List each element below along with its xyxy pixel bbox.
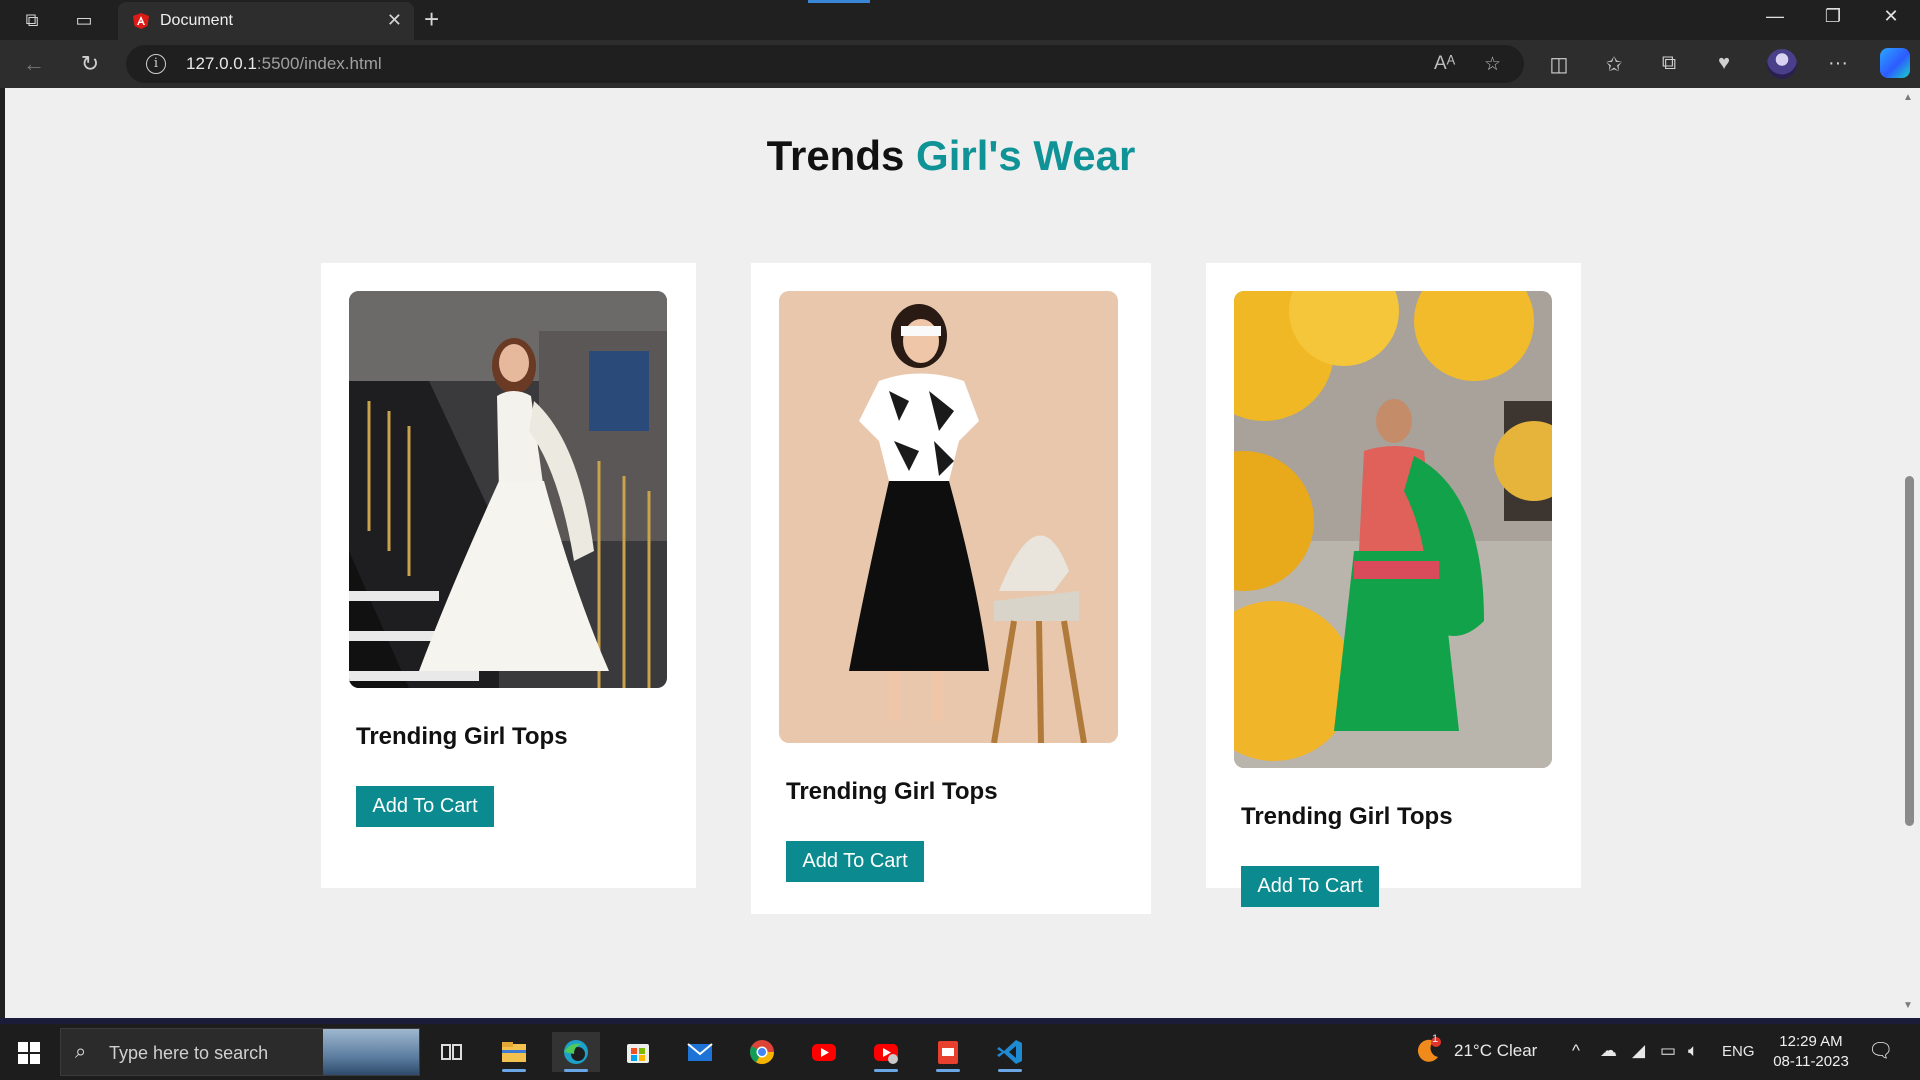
restore-icon[interactable]: ❐ bbox=[1810, 6, 1856, 27]
microsoft-store-icon[interactable] bbox=[614, 1032, 662, 1072]
browser-essentials-icon[interactable]: ♥ bbox=[1710, 52, 1738, 75]
scroll-up-icon[interactable]: ▲ bbox=[1903, 92, 1913, 103]
vscode-icon[interactable] bbox=[986, 1032, 1034, 1072]
back-icon[interactable]: ← bbox=[20, 50, 48, 78]
edge-browser-icon[interactable] bbox=[552, 1032, 600, 1072]
more-menu-icon[interactable]: ··· bbox=[1824, 52, 1852, 75]
product-card-1: Trending Girl Tops Add To Cart bbox=[321, 263, 696, 888]
tab-drag-indicator bbox=[808, 0, 870, 3]
windows-taskbar: ⌕ Type here to search 1 21°C Clear ^ ☁ ◢… bbox=[0, 1024, 1920, 1080]
weather-badge: 1 bbox=[1432, 1033, 1439, 1045]
copilot-icon[interactable] bbox=[1880, 48, 1910, 78]
battery-icon[interactable]: ▭ bbox=[1660, 1041, 1676, 1061]
language-indicator[interactable]: ENG bbox=[1722, 1043, 1755, 1060]
read-aloud-icon[interactable]: Aᴬ bbox=[1434, 53, 1455, 75]
tab-title: Document bbox=[160, 12, 233, 29]
pdf-reader-icon[interactable] bbox=[924, 1032, 972, 1072]
favorite-star-icon[interactable]: ☆ bbox=[1484, 53, 1501, 76]
taskbar-clock[interactable]: 12:29 AM 08-11-2023 bbox=[1766, 1032, 1856, 1072]
heading-main: Trends bbox=[766, 132, 905, 179]
tab-close-icon[interactable]: ✕ bbox=[387, 10, 402, 31]
product-card-3: Trending Girl Tops Add To Cart bbox=[1206, 263, 1581, 907]
onedrive-icon[interactable]: ☁ bbox=[1600, 1041, 1617, 1061]
profile-avatar[interactable] bbox=[1767, 49, 1797, 79]
url-text[interactable]: 127.0.0.1:5500/index.html bbox=[186, 54, 382, 74]
product-title-2: Trending Girl Tops bbox=[786, 778, 998, 805]
browser-titlebar: ⧉ ▭ Document ✕ + — ❐ ✕ bbox=[0, 0, 1920, 40]
network-icon[interactable]: ◢ bbox=[1632, 1041, 1645, 1061]
scroll-down-icon[interactable]: ▼ bbox=[1903, 1000, 1913, 1011]
search-highlight-image bbox=[323, 1029, 419, 1075]
tab-document[interactable]: Document ✕ bbox=[118, 2, 414, 40]
volume-icon[interactable]: 🔈︎ bbox=[1688, 1041, 1698, 1061]
collections-icon[interactable]: ⧉ bbox=[1655, 52, 1683, 75]
split-screen-icon[interactable]: ◫ bbox=[1545, 52, 1573, 77]
address-bar[interactable]: i 127.0.0.1:5500/index.html Aᴬ ☆ bbox=[126, 45, 1524, 83]
mail-icon[interactable] bbox=[676, 1032, 724, 1072]
workspaces-icon[interactable]: ⧉ bbox=[20, 8, 44, 32]
search-icon: ⌕ bbox=[75, 1041, 87, 1063]
product-image-1[interactable] bbox=[349, 291, 667, 688]
heading-accent: Girl's Wear bbox=[916, 132, 1136, 179]
minimize-icon[interactable]: — bbox=[1752, 6, 1798, 27]
page-scrollbar[interactable]: ▲ ▼ bbox=[1897, 88, 1920, 1018]
product-title-3: Trending Girl Tops bbox=[1241, 803, 1453, 830]
show-hidden-icons-icon[interactable]: ^ bbox=[1572, 1041, 1580, 1061]
favorites-icon[interactable]: ✩ bbox=[1600, 52, 1628, 77]
refresh-icon[interactable]: ↻ bbox=[76, 50, 104, 78]
new-tab-icon[interactable]: + bbox=[424, 6, 439, 32]
add-to-cart-button-2[interactable]: Add To Cart bbox=[786, 841, 924, 882]
taskbar-search-box[interactable]: ⌕ Type here to search bbox=[60, 1028, 420, 1076]
page-heading: Trends Girl's Wear bbox=[5, 132, 1897, 180]
add-to-cart-button-3[interactable]: Add To Cart bbox=[1241, 866, 1379, 907]
add-to-cart-button-1[interactable]: Add To Cart bbox=[356, 786, 494, 827]
angular-favicon-icon bbox=[133, 13, 149, 29]
product-title-1: Trending Girl Tops bbox=[356, 723, 568, 750]
product-card-2: Trending Girl Tops Add To Cart bbox=[751, 263, 1151, 914]
notifications-icon[interactable]: 🗨︎ bbox=[1868, 1038, 1893, 1063]
windows-start-icon[interactable] bbox=[18, 1042, 40, 1064]
youtube-icon[interactable] bbox=[800, 1032, 848, 1072]
clock-time: 12:29 AM bbox=[1779, 1033, 1843, 1050]
file-explorer-icon[interactable] bbox=[490, 1032, 538, 1072]
search-placeholder: Type here to search bbox=[109, 1043, 269, 1063]
page-viewport: Trends Girl's Wear Trending Girl Tops Ad… bbox=[5, 88, 1897, 1018]
youtube-app-icon[interactable] bbox=[862, 1032, 910, 1072]
scrollbar-thumb[interactable] bbox=[1905, 476, 1914, 826]
weather-text[interactable]: 21°C Clear bbox=[1454, 1041, 1537, 1061]
address-toolbar: ← ↻ i 127.0.0.1:5500/index.html Aᴬ ☆ ◫ ✩… bbox=[0, 40, 1920, 88]
clock-date: 08-11-2023 bbox=[1773, 1053, 1849, 1070]
window-close-icon[interactable]: ✕ bbox=[1868, 6, 1914, 27]
task-view-icon[interactable] bbox=[428, 1032, 476, 1072]
site-info-icon[interactable]: i bbox=[146, 54, 166, 74]
product-image-2[interactable] bbox=[779, 291, 1118, 743]
tab-actions-icon[interactable]: ▭ bbox=[72, 8, 96, 32]
chrome-icon[interactable] bbox=[738, 1032, 786, 1072]
product-image-3[interactable] bbox=[1234, 291, 1552, 768]
